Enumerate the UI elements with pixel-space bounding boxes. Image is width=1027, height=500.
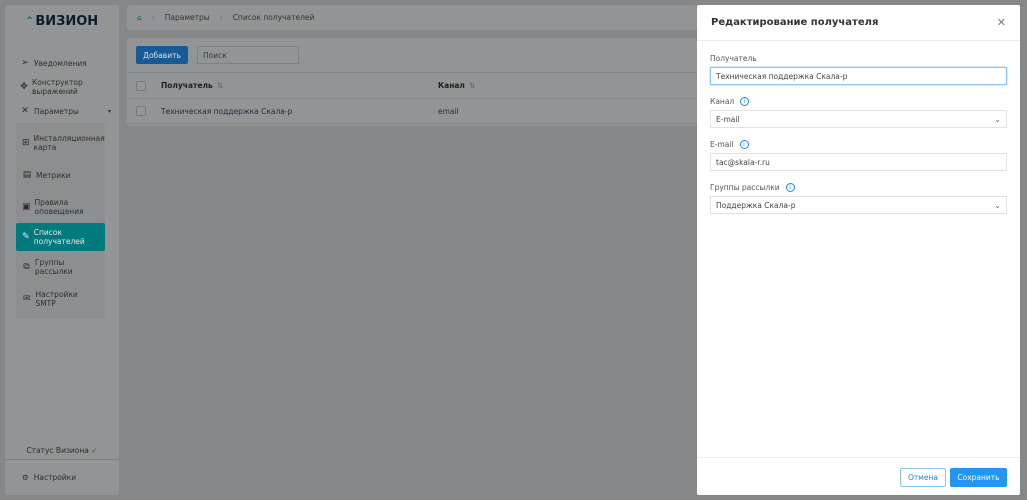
header-channel[interactable]: Канал ⇅ <box>438 81 475 90</box>
sidebar-item-groups[interactable]: ⧉ Группы рассылки <box>16 251 105 283</box>
cancel-button[interactable]: Отмена <box>900 468 946 487</box>
breadcrumb: ⌂ › Параметры › Список получателей <box>127 5 697 30</box>
recipients-icon: ✎ <box>22 231 30 242</box>
recipient-input[interactable]: Техническая поддержка Скала-р <box>710 67 1007 85</box>
table-header: Получатель ⇅ Канал ⇅ <box>127 72 697 98</box>
add-button[interactable]: Добавить <box>136 46 188 64</box>
breadcrumb-recipients: Список получателей <box>232 13 315 22</box>
edit-recipient-drawer: Редактирование получателя ✕ Получатель Те… <box>697 5 1020 495</box>
sort-icon: ⇅ <box>216 81 223 90</box>
recipients-table-card: Добавить Поиск Получатель ⇅ Канал ⇅ Техниче… <box>127 38 697 126</box>
channel-select[interactable]: E-mail ⌄ <box>710 110 1007 128</box>
header-recipient[interactable]: Получатель ⇅ <box>161 81 438 90</box>
sidebar-item-rules[interactable]: ▣ Правила оповещения <box>16 191 105 223</box>
sidebar-item-parameters[interactable]: ✕ Параметры ▾ <box>5 99 119 123</box>
status[interactable]: Статус Визиона ✓ <box>5 446 119 455</box>
chevron-down-icon: ⌄ <box>994 114 1001 124</box>
search-input[interactable]: Поиск <box>197 46 299 64</box>
row-checkbox[interactable] <box>136 106 146 116</box>
select-all-checkbox[interactable] <box>136 80 146 91</box>
close-icon[interactable]: ✕ <box>997 16 1006 29</box>
groups-icon: ⧉ <box>23 261 30 272</box>
save-button[interactable]: Сохранить <box>950 468 1007 487</box>
send-icon: ➢ <box>21 57 29 68</box>
email-label: E-mail i <box>710 140 1007 149</box>
sitemap-icon: ⊞ <box>22 137 30 148</box>
constructor-icon: ✥ <box>20 81 28 92</box>
gear-icon: ⚙ <box>22 473 29 482</box>
sidebar-item-smtp[interactable]: ✉ Настройки SMTP <box>16 283 105 315</box>
sidebar-item-constructor[interactable]: ✥ Конструктор выражений <box>5 75 119 99</box>
sort-icon: ⇅ <box>468 81 476 90</box>
metrics-icon: ▤ <box>22 169 32 180</box>
home-icon[interactable]: ⌂ <box>137 13 142 22</box>
groups-label: Группы рассылки i <box>710 183 1007 192</box>
logo[interactable]: ^ ВИЗИОН <box>5 5 119 37</box>
sidebar-item-metrics[interactable]: ▤ Метрики <box>16 159 105 191</box>
check-icon: ✓ <box>91 446 98 455</box>
groups-select[interactable]: Поддержка Скала-р ⌄ <box>710 196 1007 214</box>
channel-label: Канал i <box>710 97 1007 106</box>
info-icon[interactable]: i <box>785 183 795 192</box>
sidebar-item-install-map[interactable]: ⊞ Инсталляционная карта <box>16 127 105 159</box>
table-row[interactable]: Техническая поддержка Скала-р email <box>127 98 697 124</box>
settings-link[interactable]: ⚙ Настройки <box>5 459 119 495</box>
sidebar-item-notifications[interactable]: ➢ Уведомления <box>5 51 119 75</box>
sidebar-item-recipients[interactable]: ✎ Список получателей <box>16 223 105 251</box>
recipient-label: Получатель <box>710 54 757 63</box>
drawer-title: Редактирование получателя <box>711 17 879 28</box>
caret-down-icon: ▾ <box>107 107 111 115</box>
rules-icon: ▣ <box>22 201 31 212</box>
chevron-down-icon: ⌄ <box>994 200 1001 210</box>
info-icon[interactable]: i <box>740 97 750 106</box>
email-input[interactable]: tac@skala-r.ru <box>710 153 1007 171</box>
info-icon[interactable]: i <box>739 140 749 149</box>
breadcrumb-parameters[interactable]: Параметры <box>165 13 210 22</box>
smtp-icon: ✉ <box>22 293 31 304</box>
sidebar: ^ ВИЗИОН ➢ Уведомления ✥ Конструктор выраже… <box>5 5 119 495</box>
tools-icon: ✕ <box>21 105 29 116</box>
